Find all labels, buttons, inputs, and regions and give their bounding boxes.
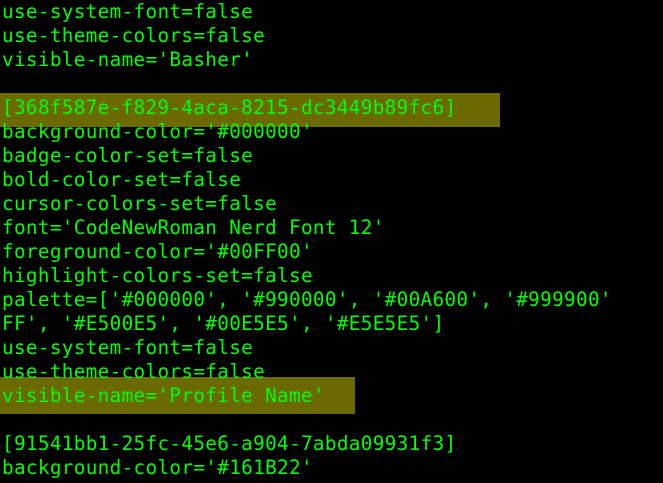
config-line[interactable]: FF', '#E500E5', '#00E5E5', '#E5E5E5'] <box>2 312 444 336</box>
config-line[interactable]: visible-name='Basher' <box>2 48 253 72</box>
config-line[interactable]: use-theme-colors=false <box>2 360 265 384</box>
config-line[interactable]: highlight-colors-set=false <box>2 264 313 288</box>
config-line[interactable]: background-color='#000000' <box>2 120 313 144</box>
profile-id-header[interactable]: [368f587e-f829-4aca-8215-dc3449b89fc6] <box>2 96 456 120</box>
config-line[interactable]: badge-color-set=false <box>2 144 253 168</box>
config-line[interactable]: use-system-font=false <box>2 0 253 24</box>
profile-id-header[interactable]: [91541bb1-25fc-45e6-a904-7abda09931f3] <box>2 432 456 456</box>
visible-name-line[interactable]: visible-name='Profile Name' <box>2 384 325 408</box>
config-line[interactable]: background-color='#161B22' <box>2 456 313 480</box>
config-line[interactable]: font='CodeNewRoman Nerd Font 12' <box>2 216 385 240</box>
config-line[interactable]: use-system-font=false <box>2 336 253 360</box>
config-line[interactable]: foreground-color='#00FF00' <box>2 240 313 264</box>
config-line[interactable]: bold-color-set=false <box>2 168 241 192</box>
config-line[interactable]: use-theme-colors=false <box>2 24 265 48</box>
config-line[interactable]: cursor-colors-set=false <box>2 192 277 216</box>
terminal-window[interactable]: use-system-font=false use-theme-colors=f… <box>0 0 663 483</box>
config-line[interactable]: palette=['#000000', '#990000', '#00A600'… <box>2 288 612 312</box>
